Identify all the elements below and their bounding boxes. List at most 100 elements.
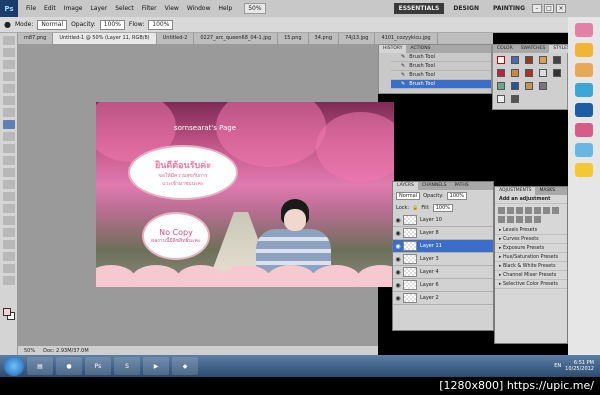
tab-layers[interactable]: LAYERS [393,182,418,190]
layer-row[interactable]: ◉ Layer 10 [393,214,493,227]
doc-tab[interactable]: 74j13.jpg [339,33,376,44]
style-swatch[interactable] [497,95,505,103]
eye-icon[interactable]: ◉ [393,243,403,250]
style-swatch[interactable] [553,69,561,77]
shape-tool-icon[interactable] [2,240,15,249]
eye-icon[interactable]: ◉ [393,230,403,237]
menu-edit[interactable]: Edit [44,5,56,12]
menu-filter[interactable]: Filter [142,5,157,12]
start-button-icon[interactable] [4,356,24,376]
workspace-essentials[interactable]: ESSENTIALS [393,3,445,14]
firefox-icon[interactable]: ● [56,357,82,375]
style-swatch[interactable] [525,69,533,77]
style-swatch[interactable] [497,69,505,77]
history-item[interactable]: ✎ Brush Tool [391,71,491,80]
hand-tool-icon[interactable] [2,264,15,273]
tab-history[interactable]: HISTORY [379,45,407,53]
style-swatch[interactable] [511,82,519,90]
blur-tool-icon[interactable] [2,180,15,189]
color-balance-icon[interactable] [552,207,559,214]
style-swatch[interactable] [497,82,505,90]
clock[interactable]: 6:51 PM 10/25/2012 [565,360,594,372]
skype-icon[interactable]: S [114,357,140,375]
app-icon[interactable] [575,123,593,137]
app-taskbar-icon[interactable]: ◆ [172,357,198,375]
lasso-tool-icon[interactable] [2,60,15,69]
menu-file[interactable]: File [26,5,36,12]
photoshop-icon[interactable] [575,103,593,117]
workspace-painting[interactable]: PAINTING [488,3,530,14]
tab-paths[interactable]: PATHS [450,182,472,190]
preset-item[interactable]: ▸ Exposure Presets [495,244,567,253]
marquee-tool-icon[interactable] [2,48,15,57]
history-item-selected[interactable]: ✎ Brush Tool [391,80,491,89]
tab-actions[interactable]: ACTIONS [406,45,434,53]
preset-item[interactable]: ▸ Hue/Saturation Presets [495,253,567,262]
type-tool-icon[interactable] [2,216,15,225]
foreground-color-swatch[interactable] [3,308,11,316]
eye-icon[interactable]: ◉ [393,256,403,263]
zoom-tool-icon[interactable] [2,276,15,285]
style-swatch[interactable] [539,69,547,77]
invert-icon[interactable] [525,216,532,223]
tab-masks[interactable]: MASKS [535,187,559,195]
doc-tab-active[interactable]: Untitled-1 @ 50% (Layer 11, RGB/8) [53,33,157,44]
doc-tab[interactable]: 0227_arc_queen68_04-1.jpg [194,33,279,44]
media-player-icon[interactable]: ▶ [143,357,169,375]
curves-icon[interactable] [516,207,523,214]
brightness-icon[interactable] [498,207,505,214]
pen-tool-icon[interactable] [2,204,15,213]
brush-tool-icon[interactable] [2,120,15,129]
folder-icon[interactable] [575,63,593,77]
preset-item[interactable]: ▸ Levels Presets [495,226,567,235]
eyedropper-tool-icon[interactable] [2,96,15,105]
history-item[interactable]: ✎ Brush Tool [391,53,491,62]
layer-opacity-field[interactable]: 100% [446,192,467,200]
blend-mode-select[interactable]: Normal [396,192,421,200]
menu-window[interactable]: Window [187,5,211,12]
style-swatch[interactable] [525,56,533,64]
layer-row-selected[interactable]: ◉ Layer 11 [393,240,493,253]
style-swatch[interactable] [539,56,547,64]
layer-row[interactable]: ◉ Layer 8 [393,227,493,240]
style-swatch[interactable] [511,69,519,77]
move-tool-icon[interactable] [2,36,15,45]
quick-select-tool-icon[interactable] [2,72,15,81]
tab-adjustments[interactable]: ADJUSTMENTS [495,187,536,195]
doc-tab[interactable]: 34.png [309,33,339,44]
image-canvas[interactable]: sornsearat's Page ยินดีต้อนรับค่ะ ขอให้ม… [96,102,394,287]
hue-sat-icon[interactable] [543,207,550,214]
layer-row[interactable]: ◉ Layer 4 [393,266,493,279]
menu-image[interactable]: Image [64,5,83,12]
photoshop-taskbar-icon[interactable]: Ps [85,357,111,375]
app-icon[interactable] [575,163,593,177]
close-icon[interactable]: × [556,4,566,13]
brush-preset-icon[interactable]: ● [4,20,11,29]
style-swatch[interactable] [553,56,561,64]
app-icon[interactable] [575,83,593,97]
tab-color[interactable]: COLOR [493,45,517,53]
tab-channels[interactable]: CHANNELS [418,182,451,190]
workspace-design[interactable]: DESIGN [448,3,484,14]
menu-help[interactable]: Help [219,5,233,12]
star-icon[interactable] [575,43,593,57]
layer-row[interactable]: ◉ Layer 6 [393,279,493,292]
flow-field[interactable]: 100% [148,19,174,30]
layer-row[interactable]: ◉ Layer 2 [393,292,493,305]
menu-select[interactable]: Select [115,5,134,12]
history-item[interactable]: ✎ Brush Tool [391,62,491,71]
channel-mixer-icon[interactable] [516,216,523,223]
clone-stamp-tool-icon[interactable] [2,132,15,141]
opacity-field[interactable]: 100% [99,19,125,30]
doc-tab[interactable]: 4101_cozyykicu.jpg [375,33,438,44]
layer-row[interactable]: ◉ Layer 3 [393,253,493,266]
doc-tab[interactable]: Untitled-2 [157,33,195,44]
doc-tab[interactable]: m87.png [18,33,54,44]
app-icon[interactable] [575,143,593,157]
style-swatch[interactable] [511,95,519,103]
exposure-icon[interactable] [525,207,532,214]
avatar-icon[interactable] [575,23,593,37]
language-indicator[interactable]: EN [554,363,561,369]
dodge-tool-icon[interactable] [2,192,15,201]
3d-rotate-tool-icon[interactable] [2,252,15,261]
